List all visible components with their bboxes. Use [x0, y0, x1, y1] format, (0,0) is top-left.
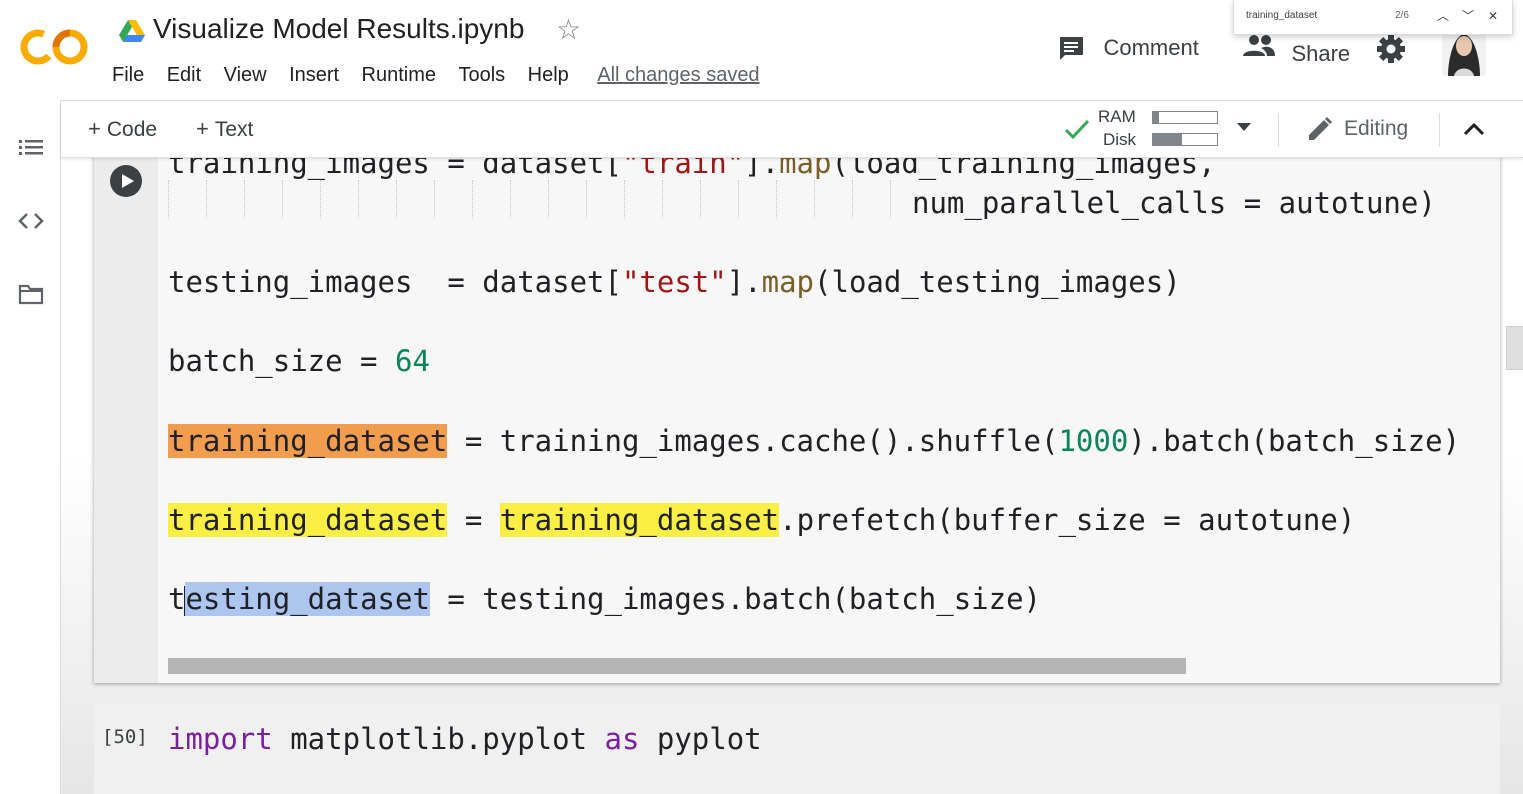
files-folder-icon[interactable] — [18, 281, 44, 307]
vertical-scrollbar[interactable] — [1506, 326, 1523, 370]
save-status-link[interactable]: All changes saved — [597, 62, 759, 88]
horizontal-scrollbar[interactable] — [168, 658, 1186, 674]
chevron-up-icon[interactable] — [1461, 118, 1487, 140]
editing-mode-label[interactable]: Editing — [1344, 117, 1408, 141]
find-match: training_dataset — [168, 503, 448, 537]
menu-bar: File Edit View Insert Runtime Tools Help… — [112, 62, 760, 88]
star-icon[interactable]: ☆ — [556, 14, 581, 46]
add-text-button[interactable]: + Text — [196, 116, 253, 142]
plus-icon: + — [88, 116, 101, 141]
notebook-toolbar: + Code + Text RAM Disk Editing — [61, 101, 1523, 158]
add-code-label: Code — [106, 118, 158, 141]
disk-label: Disk — [1103, 130, 1137, 149]
colab-logo[interactable] — [20, 25, 90, 69]
find-previous-icon[interactable]: ︿ — [1434, 7, 1452, 25]
execution-count: [50] — [102, 726, 148, 748]
google-drive-icon[interactable] — [119, 19, 145, 43]
left-sidebar — [0, 100, 61, 794]
code-snippets-icon[interactable] — [18, 208, 44, 234]
menu-help[interactable]: Help — [528, 62, 569, 88]
cell-gutter — [94, 157, 158, 683]
find-match-count: 2/6 — [1395, 10, 1409, 21]
notebook-content: training_images = dataset["train"].map(l… — [61, 157, 1523, 794]
code-cell[interactable]: [50] import matplotlib.pyplot as pyplot — [94, 704, 1500, 794]
text-selection: esting_dataset — [185, 582, 430, 616]
menu-tools[interactable]: Tools — [458, 62, 505, 88]
add-text-label: Text — [214, 118, 254, 141]
code-line: batch_size = 64 — [168, 344, 430, 378]
menu-edit[interactable]: Edit — [167, 62, 201, 88]
comment-button[interactable]: Comment — [1057, 34, 1199, 64]
connected-check-icon[interactable] — [1064, 117, 1090, 141]
comment-label: Comment — [1103, 35, 1199, 60]
menu-file[interactable]: File — [112, 62, 144, 88]
code-line: training_dataset = training_dataset.pref… — [168, 503, 1356, 537]
table-of-contents-icon[interactable] — [18, 135, 44, 161]
pencil-icon[interactable] — [1306, 115, 1334, 143]
code-line: num_parallel_calls = autotune) — [912, 186, 1436, 220]
add-code-button[interactable]: + Code — [88, 116, 157, 142]
ram-usage-bar[interactable] — [1152, 111, 1218, 124]
plus-icon: + — [196, 116, 209, 141]
code-editor[interactable]: training_images = dataset["train"].map(l… — [168, 157, 1500, 683]
code-line: training_images = dataset["train"].map(l… — [168, 157, 1216, 180]
menu-view[interactable]: View — [224, 62, 267, 88]
ram-usage-fill — [1153, 112, 1160, 123]
menu-runtime[interactable]: Runtime — [362, 62, 436, 88]
toolbar-divider — [1278, 113, 1279, 147]
code-line[interactable]: import matplotlib.pyplot as pyplot — [168, 721, 762, 757]
find-next-icon[interactable]: ﹀ — [1459, 7, 1477, 25]
run-cell-icon[interactable] — [110, 165, 142, 197]
disk-usage-bar[interactable] — [1152, 133, 1218, 146]
code-line: training_dataset = training_images.cache… — [168, 424, 1461, 458]
find-match: training_dataset — [499, 503, 780, 537]
menu-insert[interactable]: Insert — [289, 62, 339, 88]
comment-icon — [1060, 37, 1083, 60]
find-match-current: training_dataset — [168, 424, 448, 458]
find-close-icon[interactable]: ✕ — [1484, 7, 1502, 25]
disk-usage-fill — [1153, 134, 1182, 145]
code-line: testing_images = dataset["test"].map(loa… — [168, 265, 1181, 299]
resources-dropdown-icon[interactable] — [1237, 123, 1251, 131]
share-label: Share — [1291, 40, 1351, 66]
notebook-title[interactable]: Visualize Model Results.ipynb — [153, 13, 524, 45]
toolbar-divider — [1439, 113, 1440, 147]
code-cell-active[interactable]: training_images = dataset["train"].map(l… — [94, 157, 1500, 683]
people-icon — [1243, 35, 1275, 56]
gear-icon[interactable] — [1376, 34, 1406, 64]
ram-label: RAM — [1098, 107, 1136, 126]
code-line: testing_dataset = testing_images.batch(b… — [168, 582, 1041, 616]
indent-guides — [168, 180, 891, 222]
share-button[interactable]: Share — [1243, 34, 1351, 66]
find-input[interactable]: training_dataset — [1246, 10, 1317, 21]
